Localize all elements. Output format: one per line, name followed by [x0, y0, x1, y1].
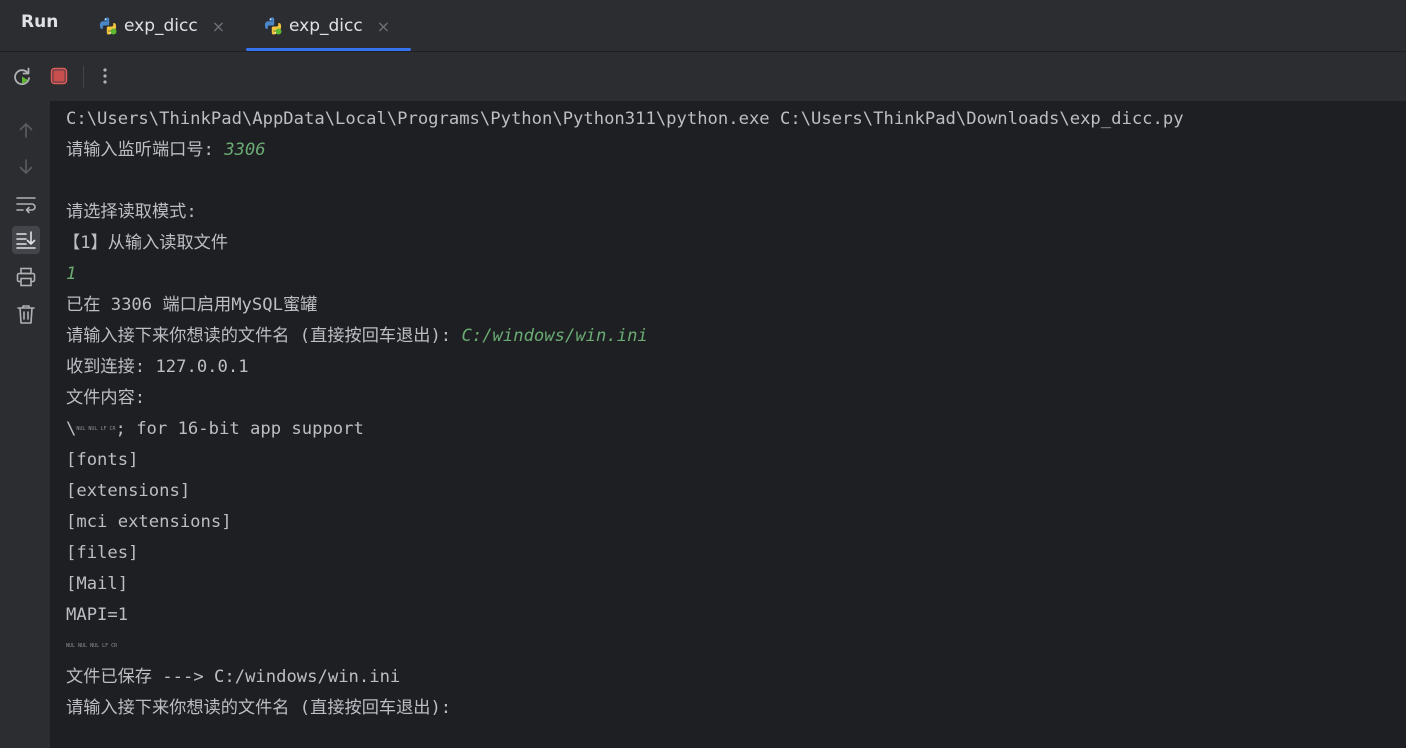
file-input-echo: C:/windows/win.ini	[461, 326, 648, 346]
console-mapi-line: MAPI=1	[66, 605, 129, 625]
toolbar-divider	[83, 66, 84, 88]
console-mci-extensions-line: [mci extensions]	[66, 512, 232, 532]
scroll-up-button[interactable]	[12, 116, 40, 144]
content-rest: ; for 16-bit app support	[115, 419, 364, 439]
stop-button[interactable]	[47, 64, 71, 88]
content-prefix: \	[66, 419, 77, 439]
soft-wrap-icon	[16, 197, 36, 214]
console-received-line: 收到连接: 127.0.0.1	[66, 357, 249, 377]
console-mode-prompt: 请选择读取模式:	[66, 202, 197, 222]
tab-exp-dicc-2[interactable]: exp_dicc ×	[263, 0, 390, 52]
console-started-line: 已在 3306 端口启用MySQL蜜罐	[66, 295, 318, 315]
python-icon	[99, 17, 117, 35]
rerun-button[interactable]	[10, 64, 34, 88]
console-saved-line: 文件已保存 ---> C:/windows/win.ini	[66, 667, 401, 687]
scroll-up-icon	[19, 123, 33, 138]
console-fonts-line: [fonts]	[66, 450, 139, 470]
console-file-prompt-line-2: 请输入接下来你想读的文件名 (直接按回车退出):	[66, 698, 452, 718]
console-content-first-line: \NUL NUL LF CR; for 16-bit app support	[66, 417, 364, 441]
console-side-toolbar	[0, 101, 50, 748]
tab-label: exp_dicc	[124, 16, 198, 36]
console-mode-option: 【1】从输入读取文件	[63, 233, 229, 253]
run-toolbar	[0, 52, 1406, 101]
stop-icon	[50, 67, 68, 85]
clear-all-button[interactable]	[12, 300, 40, 328]
run-tool-window: Run exp_dicc × exp_dicc × C:\Users\Think…	[0, 0, 1406, 748]
console-mail-line: [Mail]	[66, 574, 129, 594]
file-prompt: 请输入接下来你想读的文件名 (直接按回车退出):	[66, 326, 462, 346]
scroll-down-icon	[19, 159, 33, 174]
control-chars: NUL NUL NUL LF CR	[66, 643, 118, 649]
console-content-label: 文件内容:	[66, 388, 146, 408]
close-icon[interactable]: ×	[377, 17, 390, 36]
more-options-button[interactable]	[93, 64, 117, 88]
trash-icon	[17, 305, 35, 324]
port-input-echo: 3306	[224, 140, 266, 160]
print-button[interactable]	[12, 263, 40, 291]
run-tab-bar: Run exp_dicc × exp_dicc ×	[0, 0, 1406, 52]
python-icon	[264, 17, 282, 35]
console-port-line: 请输入监听端口号: 3306	[66, 138, 266, 162]
control-chars: NUL NUL LF CR	[76, 426, 116, 432]
soft-wrap-button[interactable]	[12, 190, 40, 218]
print-icon	[16, 267, 36, 287]
mode-input-echo: 1	[66, 264, 77, 284]
active-tab-indicator	[246, 48, 411, 51]
scroll-to-end-icon	[16, 231, 36, 249]
tab-label: exp_dicc	[289, 16, 363, 36]
console-files-line: [files]	[66, 543, 139, 563]
console-output[interactable]: C:\Users\ThinkPad\AppData\Local\Programs…	[50, 101, 1406, 748]
tab-exp-dicc-1[interactable]: exp_dicc ×	[98, 0, 225, 52]
scroll-to-end-button[interactable]	[12, 226, 40, 254]
rerun-icon	[14, 67, 30, 86]
more-vertical-icon	[103, 68, 107, 84]
console-file-prompt-line: 请输入接下来你想读的文件名 (直接按回车退出): C:/windows/win.…	[66, 324, 648, 348]
run-title: Run	[21, 12, 59, 32]
console-command-line: C:\Users\ThinkPad\AppData\Local\Programs…	[66, 109, 1184, 129]
scroll-down-button[interactable]	[12, 153, 40, 181]
console-extensions-line: [extensions]	[66, 481, 191, 501]
port-prompt: 请输入监听端口号:	[66, 140, 225, 160]
close-icon[interactable]: ×	[212, 17, 225, 36]
console-control-chars-line: NUL NUL NUL LF CR	[66, 634, 117, 658]
